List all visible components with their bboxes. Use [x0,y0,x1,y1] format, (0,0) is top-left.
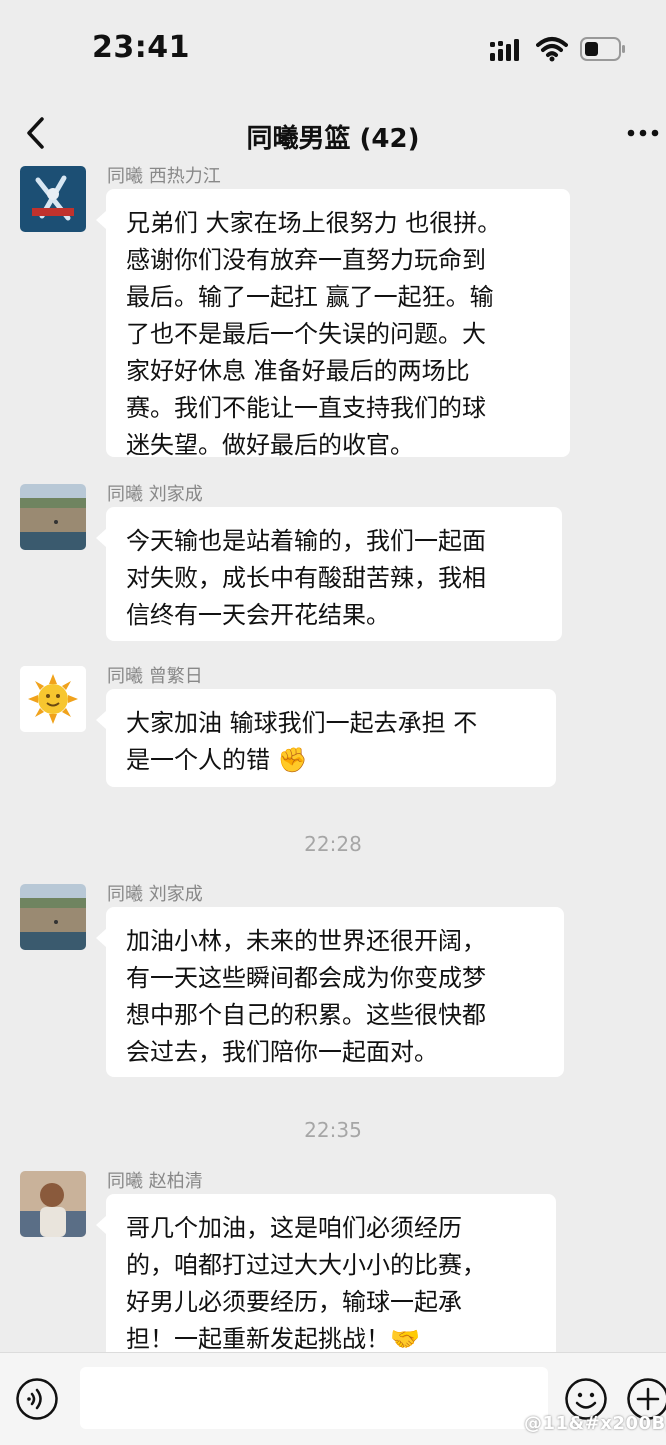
avatar[interactable] [20,666,86,732]
sender-name: 同曦 刘家成 [107,884,203,905]
message-text: 担！一起重新发起挑战！ [126,1325,390,1352]
message-line: 迷失望。做好最后的收官。 [126,431,414,459]
message-line: 赛。我们不能让一直支持我们的球 [126,394,486,422]
message-line: 担！一起重新发起挑战！🤝 [126,1321,536,1352]
wifi-icon [536,37,568,62]
message-line: 兄弟们 大家在场上很努力 也很拼。 [126,209,502,237]
sender-name: 同曦 赵柏清 [107,1171,203,1192]
more-icon[interactable] [626,122,660,144]
avatar[interactable] [20,1171,86,1237]
message-line: 最后。输了一起扛 赢了一起狂。输 [126,283,494,311]
avatar[interactable] [20,166,86,232]
message-line: 大家加油 输球我们一起去承担 不 [126,709,478,737]
message-line: 是一个人的错 ✊ [126,742,536,779]
message-line: 感谢你们没有放弃一直努力玩命到 [126,246,486,274]
sender-name: 同曦 曾繁日 [107,666,203,687]
team-logo-icon [20,166,86,232]
message-line: 有一天这些瞬间都会成为你变成梦 [126,964,486,992]
message-line: 加油小林，未来的世界还很开阔， [126,927,486,955]
voice-icon[interactable] [15,1377,59,1421]
message-line: 哥几个加油，这是咱们必须经历 [126,1214,462,1242]
chat-title: 同曦男篮 (42) [246,124,420,154]
nav-bar: 同曦男篮 (42) [0,100,666,166]
message-line: 的，咱都打过过大大小小的比赛， [126,1251,486,1279]
message-line: 信终有一天会开花结果。 [126,601,390,629]
message-bubble[interactable]: 哥几个加油，这是咱们必须经历 的，咱都打过过大大小小的比赛， 好男儿必须要经历，… [96,1194,556,1352]
watermark: @11&#x200B;111111 [524,1413,666,1434]
message-bubble[interactable]: 兄弟们 大家在场上很努力 也很拼。 感谢你们没有放弃一直努力玩命到 最后。输了一… [96,189,570,459]
time-divider: 22:35 [304,1118,362,1142]
signal-icon [490,39,519,61]
chat-screen: 23:41 同曦男篮 (42) 同曦 西热力江 兄弟们 大家在场上很努力 也很拼… [0,0,666,1445]
avatar[interactable] [20,884,86,950]
message-list[interactable]: 同曦 西热力江 兄弟们 大家在场上很努力 也很拼。 感谢你们没有放弃一直努力玩命… [0,166,666,1352]
landscape-avatar-icon [20,484,86,550]
fist-emoji: ✊ [277,746,308,774]
message-input[interactable] [80,1367,548,1429]
message-bubble[interactable]: 大家加油 输球我们一起去承担 不 是一个人的错 ✊ [96,689,556,787]
message-line: 想中那个自己的积累。这些很快都 [126,1001,486,1029]
message-bubble[interactable]: 今天输也是站着输的，我们一起面 对失败，成长中有酸甜苦辣，我相 信终有一天会开花… [96,507,562,641]
message-line: 会过去，我们陪你一起面对。 [126,1038,438,1066]
status-bar: 23:41 [0,0,666,100]
message-line: 家好好休息 准备好最后的两场比 [126,357,470,385]
time-divider: 22:28 [304,832,362,856]
landscape-avatar-icon [20,884,86,950]
sender-name: 同曦 西热力江 [107,166,221,187]
sender-name: 同曦 刘家成 [107,484,203,505]
sun-icon [20,666,86,732]
message-text: 是一个人的错 [126,746,270,774]
message-line: 了也不是最后一个失误的问题。大 [126,320,486,348]
photo-avatar-icon [20,1171,86,1237]
avatar[interactable] [20,484,86,550]
message-line: 对失败，成长中有酸甜苦辣，我相 [126,564,486,592]
message-line: 今天输也是站着输的，我们一起面 [126,527,486,555]
message-line: 好男儿必须要经历，输球一起承 [126,1288,462,1316]
status-time: 23:41 [92,30,190,65]
battery-icon [580,37,625,61]
message-bubble[interactable]: 加油小林，未来的世界还很开阔， 有一天这些瞬间都会成为你变成梦 想中那个自己的积… [96,907,564,1077]
handshake-emoji: 🤝 [390,1325,420,1352]
